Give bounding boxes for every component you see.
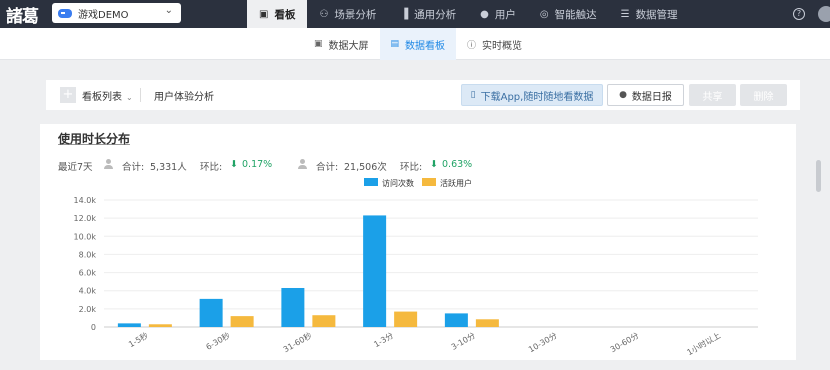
- tab-screen[interactable]: ▣ 数据大屏: [303, 28, 380, 60]
- sub-nav: ▣ 数据大屏 ▤ 数据看板 ⓘ 实时概览: [303, 28, 533, 60]
- app-selector[interactable]: 游戏DEMO ⌄: [52, 3, 181, 23]
- add-board-button[interactable]: +: [60, 87, 76, 103]
- bar-active-4[interactable]: [475, 319, 499, 327]
- nav-item-label: 场景分析: [334, 8, 377, 21]
- tab-label: 实时概览: [482, 40, 523, 52]
- y-tick-label: 0: [91, 323, 96, 332]
- nav-item-label: 通用分析: [414, 8, 457, 21]
- scrollbar[interactable]: [816, 160, 821, 192]
- phone-icon: ▯: [470, 90, 476, 100]
- bar-chart-icon: ▐: [400, 8, 409, 20]
- download-app-label: 下载App,随时随地看数据: [480, 91, 594, 103]
- database-icon: ☰: [620, 8, 630, 20]
- board-list-label: 看板列表: [82, 92, 122, 103]
- x-tick-label: 6-30秒: [204, 330, 232, 352]
- app-selector-label: 游戏DEMO: [78, 9, 129, 21]
- user-icon: ●: [480, 8, 489, 20]
- chevron-down-icon: ⌄: [164, 5, 173, 16]
- logo[interactable]: 諸葛: [0, 0, 46, 28]
- bar-visits-0[interactable]: [117, 323, 141, 327]
- target-icon: ◎: [539, 8, 549, 20]
- download-app-button[interactable]: ▯ 下载App,随时随地看数据: [461, 84, 603, 106]
- y-tick-label: 6.0k: [79, 269, 97, 278]
- x-tick-label: 3-10分: [450, 331, 477, 352]
- board-toolbar: + 看板列表 ⌄ 用户体验分析 ▯ 下载App,随时随地看数据 ● 数据日报 共享…: [46, 80, 800, 110]
- x-tick-label: 1小时以上: [685, 330, 722, 357]
- nav-item-label: 数据管理: [635, 8, 678, 21]
- gamepad-icon: [58, 8, 72, 18]
- x-tick-label: 10-30分: [527, 331, 559, 354]
- nav-item-database[interactable]: ☰ 数据管理: [609, 0, 690, 28]
- info-icon: ⓘ: [467, 40, 477, 51]
- tab-label: 数据看板: [405, 40, 446, 52]
- board-title: 用户体验分析: [154, 92, 214, 103]
- bar-visits-1[interactable]: [199, 298, 223, 327]
- help-icon[interactable]: ?: [793, 8, 805, 20]
- y-tick-label: 4.0k: [79, 287, 97, 296]
- divider: [140, 88, 141, 102]
- y-tick-label: 14.0k: [74, 196, 97, 205]
- share-button[interactable]: 共享: [689, 84, 736, 106]
- sub-navigation-bar: ▣ 数据大屏 ▤ 数据看板 ⓘ 实时概览: [0, 28, 830, 60]
- chevron-down-icon: ⌄: [126, 93, 133, 102]
- board-icon: ▤: [390, 39, 400, 49]
- x-tick-label: 30-60分: [609, 331, 641, 354]
- y-tick-label: 2.0k: [79, 305, 97, 314]
- nav-item-label: 看板: [274, 8, 296, 21]
- chat-icon: ●: [619, 90, 627, 100]
- bar-chart: 0 2.0k 4.0k 6.0k 8.0k 10.0k 12.0k 14.0k 1-5秒 6-30…: [74, 196, 758, 357]
- daily-report-label: 数据日报: [631, 91, 672, 103]
- tab-board[interactable]: ▤ 数据看板: [379, 28, 457, 60]
- bar-visits-3[interactable]: [363, 215, 387, 327]
- bar-active-2[interactable]: [312, 315, 336, 327]
- avatar[interactable]: [818, 6, 830, 22]
- nav-item-bar-chart[interactable]: ▐ 通用分析: [388, 0, 468, 28]
- y-tick-label: 10.0k: [74, 232, 97, 241]
- x-tick-label: 1-5秒: [127, 330, 150, 349]
- nav-item-label: 用户: [494, 8, 516, 21]
- nav-item-flow[interactable]: ⚇ 场景分析: [307, 0, 388, 28]
- top-navigation-bar: 諸葛 游戏DEMO ⌄ ▣ 看板 ⚇ 场景分析 ▐ 通用分析 ● 用户 ◎ 智能触达 ☰ 数据管理 ?: [0, 0, 830, 28]
- board-list-dropdown[interactable]: 看板列表 ⌄: [82, 88, 133, 103]
- dashboard-icon: ▣: [259, 8, 269, 20]
- x-tick-label: 31-60秒: [281, 330, 313, 354]
- nav-item-dashboard[interactable]: ▣ 看板: [247, 0, 308, 28]
- delete-button[interactable]: 删除: [740, 84, 787, 106]
- main-nav: ▣ 看板 ⚇ 场景分析 ▐ 通用分析 ● 用户 ◎ 智能触达 ☰ 数据管理: [247, 0, 690, 28]
- bar-active-3[interactable]: [394, 311, 418, 327]
- bar-visits-4[interactable]: [444, 313, 468, 327]
- nav-item-user[interactable]: ● 用户: [468, 0, 528, 28]
- daily-report-button[interactable]: ● 数据日报: [607, 84, 684, 106]
- bar-visits-2[interactable]: [281, 287, 305, 327]
- y-tick-label: 12.0k: [74, 214, 97, 223]
- bar-active-0[interactable]: [148, 324, 172, 327]
- bar-active-1[interactable]: [230, 316, 254, 327]
- screen-icon: ▣: [314, 39, 323, 49]
- nav-item-label: 智能触达: [554, 8, 597, 21]
- y-tick-label: 8.0k: [79, 250, 97, 259]
- x-tick-label: 1-3分: [372, 331, 395, 349]
- nav-item-target[interactable]: ◎ 智能触达: [528, 0, 609, 28]
- tab-info[interactable]: ⓘ 实时概览: [456, 28, 533, 60]
- tab-label: 数据大屏: [328, 40, 369, 52]
- flow-icon: ⚇: [319, 8, 329, 20]
